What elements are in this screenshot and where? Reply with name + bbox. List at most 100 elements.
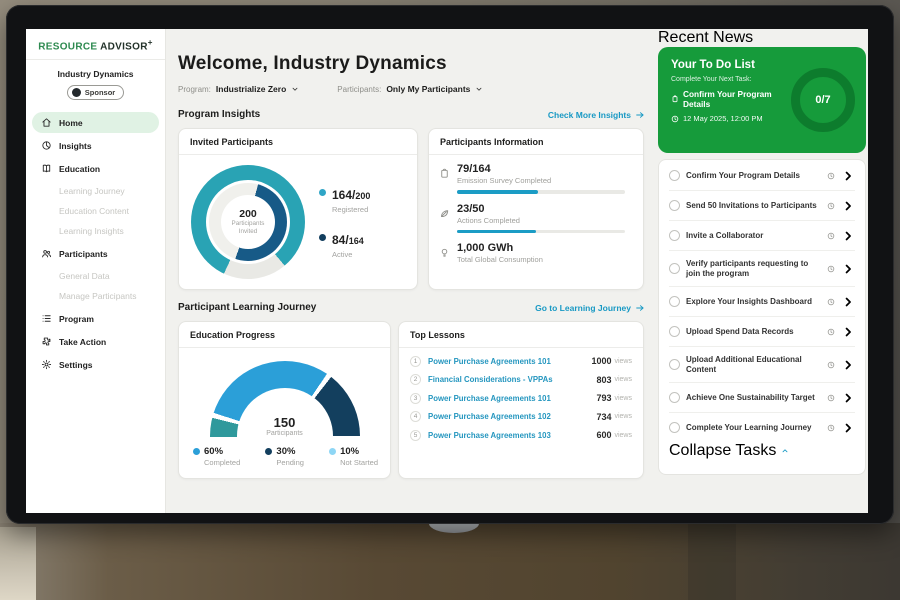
todo-progress-value: 0/7 (815, 94, 830, 106)
task-label: Verify participants requesting to join t… (686, 259, 821, 279)
lesson-rank: 1 (410, 356, 421, 367)
lesson-link[interactable]: Financial Considerations - VPPAs (428, 375, 596, 384)
task-open-button[interactable] (841, 262, 855, 276)
task-row[interactable]: Confirm Your Program Details (669, 161, 855, 191)
sidebar-item-label: Program (59, 314, 94, 324)
sidebar-item-label: Home (59, 118, 83, 128)
task-checkbox[interactable] (669, 263, 680, 274)
lesson-views-unit: views (614, 413, 632, 420)
invited-donut-chart: 200 Participants Invited (191, 165, 305, 279)
sidebar-item-participants[interactable]: Participants (32, 243, 159, 264)
sidebar-item-settings[interactable]: Settings (32, 354, 159, 375)
chevron-down-icon (291, 85, 299, 93)
task-checkbox[interactable] (669, 230, 680, 241)
sidebar-item-take-action[interactable]: Take Action (32, 331, 159, 352)
lesson-row[interactable]: 4 Power Purchase Agreements 102 734 view… (399, 404, 643, 423)
sidebar-item-home[interactable]: Home (32, 112, 159, 133)
participants-dropdown[interactable]: Participants: Only My Participants (337, 84, 483, 94)
lesson-row[interactable]: 3 Power Purchase Agreements 101 793 view… (399, 385, 643, 404)
task-label: Explore Your Insights Dashboard (686, 297, 821, 307)
filter-bar: Program: Industrialize Zero Participants… (178, 84, 645, 94)
task-open-button[interactable] (841, 295, 855, 309)
task-open-button[interactable] (841, 229, 855, 243)
sidebar-item-label: Learning Insights (59, 226, 124, 236)
photo-background: RESOURCE ADVISOR+ Industry Dynamics Spon… (0, 0, 900, 600)
task-checkbox[interactable] (669, 392, 680, 403)
collapse-tasks-link[interactable]: Collapse Tasks (669, 442, 855, 460)
lesson-link[interactable]: Power Purchase Agreements 103 (428, 431, 596, 440)
task-checkbox[interactable] (669, 326, 680, 337)
clock-icon (827, 232, 835, 240)
sidebar-item-label: General Data (59, 271, 110, 281)
app-screen: RESOURCE ADVISOR+ Industry Dynamics Spon… (26, 29, 868, 513)
task-open-button[interactable] (841, 325, 855, 339)
todo-due-date: 12 May 2025, 12:00 PM (683, 114, 763, 123)
check-more-insights-link[interactable]: Check More Insights (548, 110, 645, 120)
go-to-learning-journey-label: Go to Learning Journey (535, 303, 631, 313)
lesson-views: 803 (596, 375, 611, 385)
sidebar-item-general-data[interactable]: General Data (32, 266, 159, 286)
clock-icon (827, 298, 835, 306)
clock-icon (827, 202, 835, 210)
task-row[interactable]: Complete Your Learning Journey (669, 413, 855, 442)
task-checkbox[interactable] (669, 200, 680, 211)
lesson-row[interactable]: 1 Power Purchase Agreements 101 1000 vie… (399, 348, 643, 367)
lesson-link[interactable]: Power Purchase Agreements 102 (428, 412, 596, 421)
task-row[interactable]: Send 50 Invitations to Participants (669, 191, 855, 221)
task-checkbox[interactable] (669, 296, 680, 307)
task-checkbox[interactable] (669, 170, 680, 181)
task-row[interactable]: Upload Spend Data Records (669, 317, 855, 347)
lesson-row[interactable]: 2 Financial Considerations - VPPAs 803 v… (399, 367, 643, 386)
take-action-icon (41, 336, 52, 347)
sidebar-item-label: Settings (59, 360, 93, 370)
sidebar-item-learning-journey[interactable]: Learning Journey (32, 181, 159, 201)
todo-next-task: Confirm Your Program Details (683, 89, 801, 109)
chevron-up-icon (781, 447, 789, 455)
sidebar-item-label: Education Content (59, 206, 129, 216)
check-more-insights-label: Check More Insights (548, 110, 631, 120)
program-dropdown[interactable]: Program: Industrialize Zero (178, 84, 299, 94)
task-checkbox[interactable] (669, 359, 680, 370)
clock-icon (671, 115, 679, 123)
sidebar-item-manage-participants[interactable]: Manage Participants (32, 286, 159, 306)
sidebar-item-insights[interactable]: Insights (32, 135, 159, 156)
settings-icon (41, 359, 52, 370)
sidebar-item-learning-insights[interactable]: Learning Insights (32, 221, 159, 241)
lesson-views-unit: views (614, 376, 632, 383)
go-to-learning-journey-link[interactable]: Go to Learning Journey (535, 303, 645, 313)
sidebar-item-education-content[interactable]: Education Content (32, 201, 159, 221)
task-checkbox[interactable] (669, 422, 680, 433)
task-row[interactable]: Invite a Collaborator (669, 221, 855, 251)
clock-icon (827, 265, 835, 273)
sidebar-item-education[interactable]: Education (32, 158, 159, 179)
lesson-link[interactable]: Power Purchase Agreements 101 (428, 357, 591, 366)
task-open-button[interactable] (841, 421, 855, 435)
education-icon (41, 163, 52, 174)
task-row[interactable]: Explore Your Insights Dashboard (669, 287, 855, 317)
task-open-button[interactable] (841, 169, 855, 183)
legend-item-registered: 164/200 Registered (319, 186, 370, 214)
participants-icon (41, 248, 52, 259)
lesson-row[interactable]: 5 Power Purchase Agreements 103 600 view… (399, 422, 643, 441)
task-row[interactable]: Achieve One Sustainability Target (669, 383, 855, 413)
task-open-button[interactable] (841, 358, 855, 372)
emission-progress-bar (457, 190, 625, 194)
sidebar-item-program[interactable]: Program (32, 308, 159, 329)
task-row[interactable]: Upload Additional Educational Content (669, 347, 855, 383)
actions-progress-bar (457, 230, 625, 234)
not-started-dot-icon (329, 448, 336, 455)
legend-item-not-started: 10% Not Started (329, 446, 378, 467)
todo-progress-ring: 0/7 (791, 68, 855, 132)
task-open-button[interactable] (841, 199, 855, 213)
active-dot-icon (319, 234, 326, 241)
lesson-rank: 3 (410, 393, 421, 404)
lesson-views-unit: views (614, 358, 632, 365)
education-legend: 60% Completed 30% Pending 10% Not Starte… (179, 437, 390, 467)
donut-center-value: 200 (239, 208, 257, 220)
sidebar-item-label: Education (59, 164, 100, 174)
task-row[interactable]: Verify participants requesting to join t… (669, 251, 855, 287)
task-open-button[interactable] (841, 391, 855, 405)
clock-icon (827, 328, 835, 336)
lesson-link[interactable]: Power Purchase Agreements 101 (428, 394, 596, 403)
app-logo: RESOURCE ADVISOR+ (26, 29, 165, 60)
